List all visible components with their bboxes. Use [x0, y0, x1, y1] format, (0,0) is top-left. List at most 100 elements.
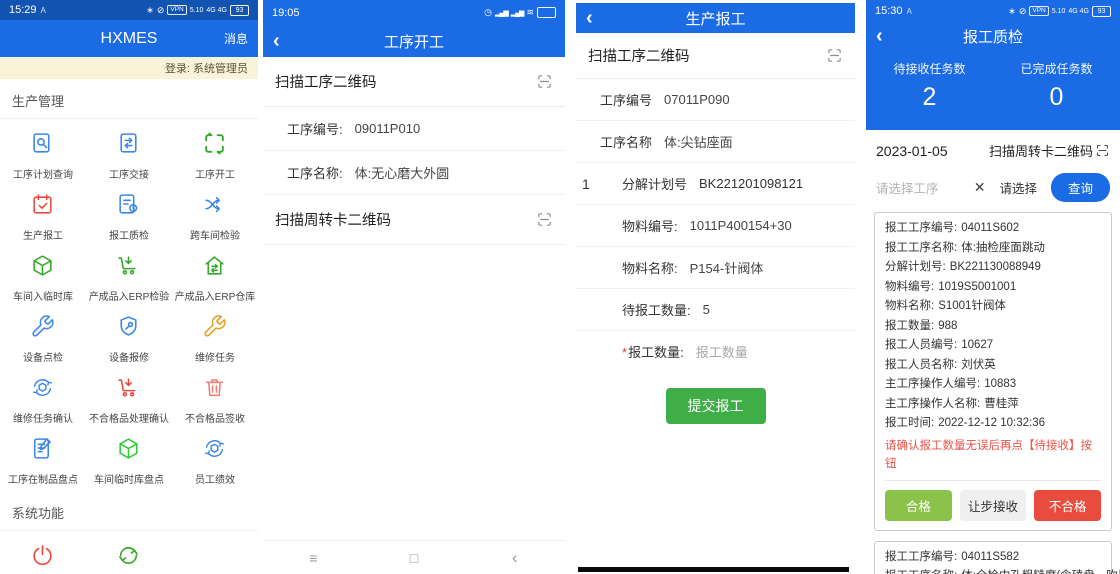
qr-scan-icon[interactable] — [536, 211, 553, 228]
search-button[interactable]: 查询 — [1051, 173, 1110, 202]
app-icon — [116, 375, 141, 400]
app-icon — [30, 253, 55, 278]
field-label: 待报工数量: — [622, 300, 691, 319]
app-grid-label: 维修任务确认 — [0, 410, 86, 425]
app-icon — [202, 375, 227, 400]
row-label: 报工人员名称: — [885, 359, 957, 371]
process-fields: 工序编号 07011P090 工序名称 体:尖钻座面 — [576, 79, 855, 163]
field-row: 工序编号: 09011P010 — [263, 107, 565, 151]
app-grid-item[interactable]: 工序开工 — [172, 123, 258, 184]
vpn-icon: VPN — [167, 5, 186, 15]
nav-back-icon[interactable]: ‹ — [464, 548, 565, 568]
qr-scan-icon[interactable] — [536, 73, 553, 90]
app-grid-item[interactable]: 工序交接 — [86, 123, 172, 184]
row-label: 报工工序名称: — [885, 570, 957, 574]
row-value: BK221130088949 — [950, 261, 1041, 273]
back-button[interactable]: ‹ — [586, 8, 593, 28]
app-grid-item[interactable]: 报工质检 — [86, 184, 172, 245]
mute-icon: ∗ — [1008, 6, 1016, 17]
field-label: 工序编号 — [600, 90, 652, 109]
inspection-card: 报工工序编号:04011S602 报工工序名称:体:抽检座面跳动 分解计划号:B… — [874, 212, 1112, 531]
app-grid-item[interactable]: 设备点检 — [0, 306, 86, 367]
card-row: 主工序操作人名称:曹桂萍 — [885, 395, 1101, 415]
submit-report-button[interactable]: 提交报工 — [666, 388, 766, 424]
process-select-input[interactable]: 请选择工序 — [876, 178, 974, 197]
wifi-icon: ≋ — [526, 7, 534, 18]
nav-menu-icon[interactable]: ≡ — [263, 550, 364, 566]
app-icon — [116, 192, 141, 217]
app-grid-item[interactable]: 退出登录 — [0, 535, 86, 574]
app-icon — [116, 436, 141, 461]
app-grid-item[interactable]: 检查更新 — [86, 535, 172, 574]
row-label: 报工工序编号: — [885, 551, 957, 563]
app-grid-item[interactable]: 车间临时库盘点 — [86, 428, 172, 489]
scan-card-row[interactable]: 扫描周转卡二维码 — [263, 195, 565, 245]
row-label: 报工人员编号: — [885, 339, 957, 351]
mute-icon: ∗ — [146, 5, 154, 16]
row-value: 988 — [938, 320, 957, 332]
select-dropdown[interactable]: 请选择 — [999, 178, 1037, 197]
production-report-screen: ‹ 生产报工 扫描工序二维码 工序编号 07011P090 工序名称 体:尖钻座… — [576, 0, 855, 574]
qr-scan-icon[interactable] — [826, 47, 843, 64]
battery-icon: 93 — [230, 5, 249, 16]
back-button[interactable]: ‹ — [876, 26, 883, 46]
login-bar: 登录: 系统管理员 — [0, 57, 258, 79]
production-grid: 工序计划查询 工序交接 工序开工 生产报工 报工质检 — [0, 119, 258, 491]
required-field-label: *报工数量: — [622, 342, 684, 361]
card-row: 报工工序名称:体:抽检座面跳动 — [885, 239, 1101, 259]
card-rows: 报工工序编号:04011S602 报工工序名称:体:抽检座面跳动 分解计划号:B… — [885, 219, 1101, 434]
app-grid-label: 生产报工 — [0, 227, 86, 242]
status-time: 15:29 — [9, 4, 37, 16]
date-picker[interactable]: 2023-01-05 — [876, 143, 948, 159]
scan-process-row[interactable]: 扫描工序二维码 — [576, 33, 855, 79]
bell-off-icon: ⊘ — [157, 5, 165, 16]
app-icon — [116, 253, 141, 278]
status-time: 19:05 — [272, 7, 300, 19]
decision-button[interactable]: 不合格 — [1034, 490, 1101, 521]
app-grid-item[interactable]: 员工绩效 — [172, 428, 258, 489]
app-grid-item[interactable]: 工序计划查询 — [0, 123, 86, 184]
app-grid-item[interactable]: 产成品入ERP仓库 — [172, 245, 258, 306]
app-icon — [202, 192, 227, 217]
row-value: 体:全检中孔粗糙度(含磕盘、吹风) — [961, 570, 1120, 574]
app-grid-item[interactable]: 车间入临时库 — [0, 245, 86, 306]
network-speed: 5.10 — [1052, 8, 1066, 15]
nav-home-icon[interactable]: □ — [364, 550, 465, 566]
scan-card-link[interactable]: 扫描周转卡二维码 — [989, 141, 1110, 160]
row-value: 10883 — [984, 378, 1016, 390]
stat-label: 已完成任务数 — [993, 60, 1120, 77]
task-stats: 待接收任务数 2 已完成任务数 0 — [866, 50, 1120, 130]
app-grid-label: 不合格品处理确认 — [86, 410, 172, 425]
app-grid-item[interactable]: 跨车间检验 — [172, 184, 258, 245]
clear-icon[interactable]: ✕ — [974, 179, 986, 196]
back-button[interactable]: ‹ — [273, 31, 280, 51]
messages-button[interactable]: 消息 — [224, 30, 248, 47]
filter-row: 请选择工序 ✕ 请选择 查询 — [866, 167, 1120, 212]
card-row: 报工时间:2022-12-12 10:32:36 — [885, 414, 1101, 434]
report-qty-input[interactable]: 报工数量 — [696, 342, 748, 361]
row-value: S1001针阀体 — [938, 300, 1006, 312]
app-grid-item[interactable]: 不合格品处理确认 — [86, 367, 172, 428]
app-grid-item[interactable]: 生产报工 — [0, 184, 86, 245]
field-value: P154-针阀体 — [690, 258, 764, 277]
app-grid-item[interactable]: 工序在制品盘点 — [0, 428, 86, 489]
report-qty-row: *报工数量: 报工数量 — [576, 331, 855, 372]
row-value: 04011S602 — [961, 222, 1019, 234]
decision-button[interactable]: 让步接收 — [960, 490, 1027, 521]
app-grid-item[interactable]: 产成品入ERP检验 — [86, 245, 172, 306]
app-grid-label: 工序在制品盘点 — [0, 471, 86, 486]
row-label: 物料编号: — [885, 281, 934, 293]
scan-process-row[interactable]: 扫描工序二维码 — [263, 57, 565, 107]
app-grid-label: 车间入临时库 — [0, 288, 86, 303]
qr-scan-icon[interactable] — [1095, 143, 1110, 158]
app-grid-label: 跨车间检验 — [172, 227, 258, 242]
card-row: 物料名称:S1001针阀体 — [885, 297, 1101, 317]
app-grid-item[interactable]: 维修任务确认 — [0, 367, 86, 428]
app-grid-label: 车间临时库盘点 — [86, 471, 172, 486]
app-grid-item[interactable]: 设备报修 — [86, 306, 172, 367]
card-row: 物料编号:1019S5001001 — [885, 278, 1101, 298]
app-grid-item[interactable]: 维修任务 — [172, 306, 258, 367]
app-grid-item[interactable]: 不合格品签收 — [172, 367, 258, 428]
decision-button[interactable]: 合格 — [885, 490, 952, 521]
field-row: 工序名称 体:尖钻座面 — [576, 121, 855, 163]
